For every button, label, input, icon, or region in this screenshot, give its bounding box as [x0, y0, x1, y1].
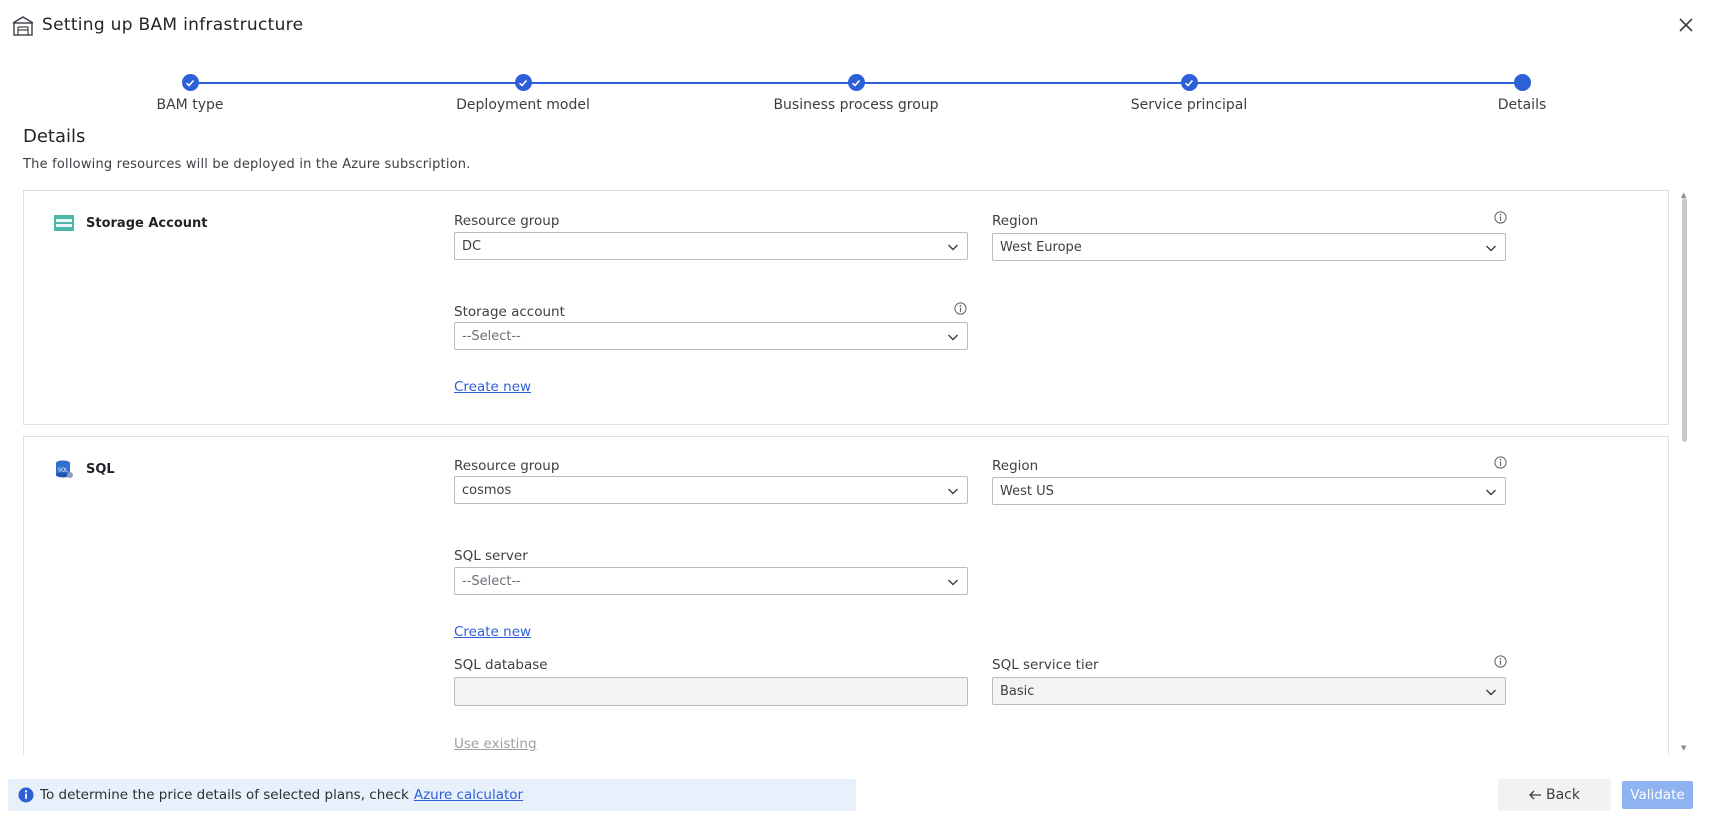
step-label: BAM type: [156, 97, 224, 113]
step-label: Details: [1497, 97, 1547, 113]
sql-service-tier-select[interactable]: Basic: [992, 677, 1506, 705]
resources-scroll-area[interactable]: Storage Account Resource group DC Region…: [23, 190, 1689, 755]
back-label: Back: [1546, 787, 1580, 803]
validate-label: Validate: [1630, 787, 1685, 803]
storage-account-select[interactable]: --Select--: [454, 322, 968, 350]
info-icon[interactable]: [1494, 655, 1507, 668]
select-value: Basic: [1000, 683, 1035, 699]
step-label: Business process group: [773, 97, 939, 113]
progress-stepper: BAM type Deployment model Business proce…: [0, 70, 1711, 120]
check-icon: [181, 74, 199, 91]
check-icon: [1180, 74, 1198, 91]
sql-database-label: SQL database: [454, 657, 548, 673]
step-label: Deployment model: [456, 97, 590, 113]
sql-server-label: SQL server: [454, 548, 528, 564]
resource-group-label: Resource group: [454, 213, 560, 229]
info-icon[interactable]: [1494, 211, 1507, 224]
sql-database-input[interactable]: [454, 677, 968, 706]
region-label: Region: [992, 458, 1039, 474]
check-icon: [514, 74, 532, 91]
select-value: DC: [462, 238, 482, 254]
dialog-title: Setting up BAM infrastructure: [42, 15, 304, 35]
azure-calculator-link[interactable]: Azure calculator: [414, 787, 523, 803]
info-icon[interactable]: [954, 302, 967, 315]
warehouse-icon: [12, 16, 34, 36]
scroll-down-arrow-icon[interactable]: ▼: [1681, 744, 1686, 752]
resource-group-label: Resource group: [454, 458, 560, 474]
info-text: To determine the price details of select…: [40, 787, 409, 803]
chevron-down-icon: [948, 579, 958, 586]
scrollbar-thumb[interactable]: [1682, 198, 1687, 442]
storage-account-label: Storage account: [454, 304, 565, 320]
step-label: Service principal: [1130, 97, 1248, 113]
chevron-down-icon: [1486, 245, 1496, 252]
select-value: West Europe: [1000, 239, 1082, 255]
sql-database-icon: SQL: [56, 460, 73, 478]
step-service-principal: Service principal: [1079, 74, 1299, 113]
create-new-storage-link[interactable]: Create new: [454, 379, 531, 395]
dialog-header: Setting up BAM infrastructure: [0, 0, 1711, 52]
chevron-down-icon: [948, 334, 958, 341]
info-icon: [18, 787, 34, 803]
chevron-down-icon: [948, 488, 958, 495]
price-info-banner: To determine the price details of select…: [8, 779, 856, 811]
region-select[interactable]: West US: [992, 477, 1506, 505]
use-existing-link[interactable]: Use existing: [454, 736, 537, 752]
info-icon[interactable]: [1494, 456, 1507, 469]
section-description: The following resources will be deployed…: [23, 157, 471, 172]
svg-text:SQL: SQL: [58, 468, 68, 474]
sql-server-select[interactable]: --Select--: [454, 567, 968, 595]
validate-button[interactable]: Validate: [1622, 781, 1693, 809]
select-value: cosmos: [462, 482, 512, 498]
select-value: --Select--: [462, 328, 521, 344]
sql-service-tier-label: SQL service tier: [992, 657, 1099, 673]
step-bam-type: BAM type: [80, 74, 300, 113]
create-new-sql-link[interactable]: Create new: [454, 624, 531, 640]
chevron-down-icon: [1486, 689, 1496, 696]
card-header: Storage Account: [54, 213, 207, 233]
storage-account-card: Storage Account Resource group DC Region…: [23, 190, 1669, 425]
resource-group-select[interactable]: cosmos: [454, 476, 968, 504]
region-select[interactable]: West Europe: [992, 233, 1506, 261]
chevron-down-icon: [1486, 489, 1496, 496]
step-business-process-group: Business process group: [746, 74, 966, 113]
close-icon[interactable]: [1675, 14, 1697, 36]
section-title: Details: [23, 126, 86, 147]
sql-card: SQL SQL Resource group cosmos Region Wes…: [23, 436, 1669, 755]
select-value: West US: [1000, 483, 1054, 499]
back-button[interactable]: Back: [1498, 779, 1611, 811]
card-title: SQL: [86, 461, 115, 477]
region-label: Region: [992, 213, 1039, 229]
storage-account-icon: [54, 215, 74, 231]
step-deployment-model: Deployment model: [413, 74, 633, 113]
chevron-down-icon: [948, 244, 958, 251]
check-icon: [847, 74, 865, 91]
arrow-left-icon: [1529, 790, 1541, 800]
current-step-dot: [1513, 74, 1531, 91]
card-title: Storage Account: [86, 215, 208, 231]
step-details: Details: [1412, 74, 1632, 113]
select-value: --Select--: [462, 573, 521, 589]
card-header: SQL SQL: [54, 459, 115, 479]
resource-group-select[interactable]: DC: [454, 232, 968, 260]
